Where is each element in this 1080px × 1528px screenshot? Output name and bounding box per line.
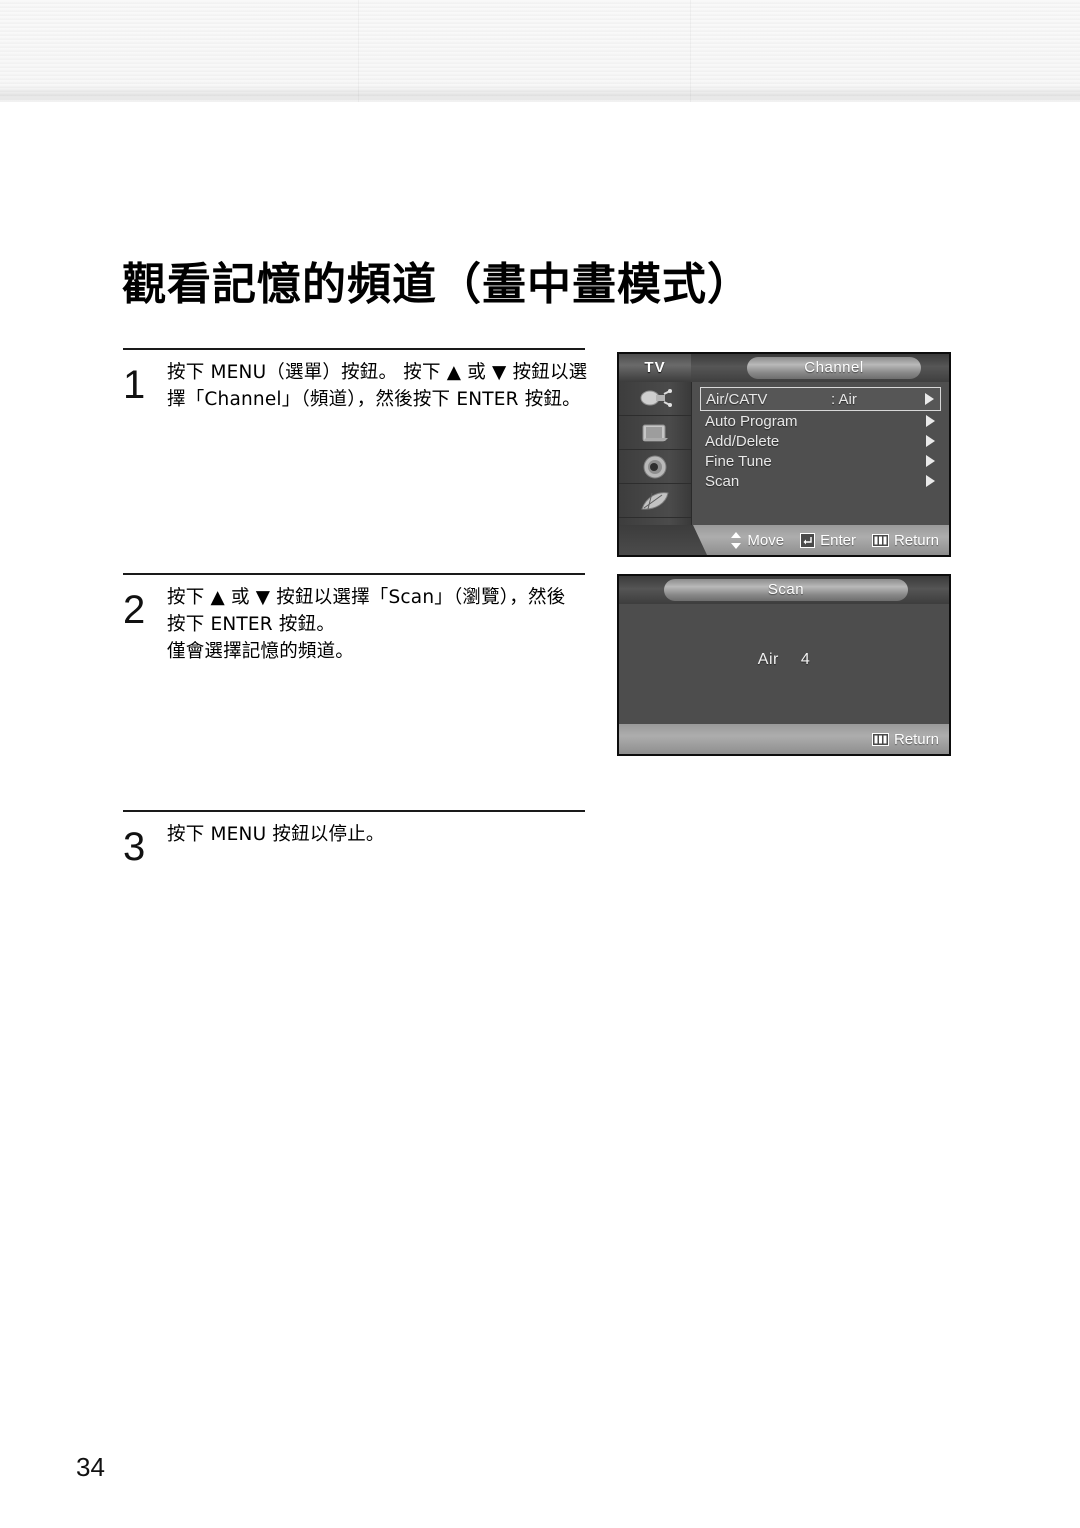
step-divider [123, 810, 585, 812]
menu-item-scan[interactable]: Scan [700, 471, 941, 491]
up-down-arrow-icon [730, 531, 742, 549]
rail-item-input[interactable] [619, 382, 691, 416]
page-header-band [0, 0, 1080, 102]
scan-footer-bar: Return [619, 724, 949, 754]
step-text: 按下 MENU（選單）按鈕。 按下 ▲ 或 ▼ 按鈕以選 擇「Channel」（… [167, 357, 587, 413]
footer-hint-label: Move [747, 531, 785, 549]
menu-item-auto-program[interactable]: Auto Program [700, 411, 941, 431]
osd-footer-bar: Move Enter Return [619, 525, 949, 555]
footer-hint-enter: Enter [800, 532, 856, 549]
picture-tv-icon [638, 421, 672, 445]
chevron-right-icon [926, 455, 935, 467]
step-3: 3 按下 MENU 按鈕以停止。 [123, 810, 585, 939]
step-line: 按下 MENU（選單）按鈕。 按下 ▲ 或 ▼ 按鈕以選 [167, 362, 588, 383]
chevron-right-icon [926, 475, 935, 487]
step-line: 按下 MENU 按鈕以停止。 [167, 824, 385, 845]
menu-item-label: Air/CATV [706, 390, 768, 408]
osd-menu-list: Air/CATV : Air Auto Program Add/Delete F… [692, 382, 949, 525]
step-number: 2 [123, 588, 146, 632]
menu-key-icon [871, 732, 889, 746]
step-number: 3 [123, 825, 146, 869]
scan-band-label: Air [757, 651, 779, 668]
footer-hint-label: Enter [820, 531, 856, 549]
step-text: 按下 MENU 按鈕以停止。 [167, 819, 585, 848]
menu-item-value: : Air [831, 390, 857, 408]
osd-source-label: TV [619, 354, 691, 382]
menu-item-add-delete[interactable]: Add/Delete [700, 431, 941, 451]
menu-item-air-catv[interactable]: Air/CATV : Air [700, 387, 941, 411]
step-2: 2 按下 ▲ 或 ▼ 按鈕以選擇「Scan」（瀏覽），然後 按下 ENTER 按… [123, 573, 585, 810]
step-line: 僅會選擇記憶的頻道。 [167, 641, 355, 662]
step-line: 按下 ENTER 按鈕。 [167, 614, 336, 635]
scan-current-channel: Air 4 [758, 651, 810, 669]
input-plug-icon [637, 388, 673, 410]
osd-scan-dialog: Scan Air 4 Return [617, 574, 951, 756]
sound-speaker-icon [641, 454, 669, 480]
osd-menu-title: Channel [747, 357, 921, 379]
menu-item-label: Auto Program [705, 412, 798, 430]
rail-item-setup[interactable] [619, 484, 691, 518]
step-line: 擇「Channel」（頻道），然後按下 ENTER 按鈕。 [167, 389, 581, 410]
menu-item-label: Scan [705, 472, 740, 490]
footer-hint-label: Return [893, 531, 939, 549]
rail-item-picture[interactable] [619, 416, 691, 450]
step-1: 1 按下 MENU（選單）按鈕。 按下 ▲ 或 ▼ 按鈕以選 擇「Channel… [123, 348, 587, 573]
menu-item-label: Fine Tune [705, 452, 772, 470]
instruction-steps: 1 按下 MENU（選單）按鈕。 按下 ▲ 或 ▼ 按鈕以選 擇「Channel… [123, 348, 587, 939]
page-title: 觀看記憶的頻道（畫中畫模式） [122, 259, 752, 310]
chevron-right-icon [925, 393, 934, 405]
page-number: 34 [76, 1452, 105, 1482]
footer-hint-label: Return [893, 730, 939, 748]
step-divider [123, 573, 585, 575]
osd-channel-menu: TV Channel Air/CATV: Air Auto Program A… [617, 352, 951, 557]
chevron-right-icon [926, 435, 935, 447]
setup-tools-icon [638, 489, 672, 513]
step-number: 1 [123, 363, 146, 407]
scan-title: Scan [664, 579, 908, 601]
footer-hint-move: Move [730, 531, 785, 549]
step-text: 按下 ▲ 或 ▼ 按鈕以選擇「Scan」（瀏覽），然後 按下 ENTER 按鈕。… [167, 582, 585, 665]
chevron-right-icon [926, 415, 935, 427]
step-divider [123, 348, 585, 350]
band-shadow [0, 86, 1080, 102]
scan-title-bar: Scan [619, 576, 949, 604]
osd-title-bar: TV Channel [619, 354, 949, 382]
menu-item-fine-tune[interactable]: Fine Tune [700, 451, 941, 471]
footer-hint-return: Return [871, 531, 939, 549]
step-line: 按下 ▲ 或 ▼ 按鈕以選擇「Scan」（瀏覽），然後 [167, 587, 566, 608]
menu-item-label: Add/Delete [705, 432, 780, 450]
menu-key-icon [871, 533, 889, 547]
scan-channel-number: 4 [800, 651, 811, 668]
footer-hint-return: Return [871, 730, 939, 748]
scan-body: Air 4 [619, 604, 949, 724]
enter-key-icon [800, 532, 816, 548]
rail-item-sound[interactable] [619, 450, 691, 484]
